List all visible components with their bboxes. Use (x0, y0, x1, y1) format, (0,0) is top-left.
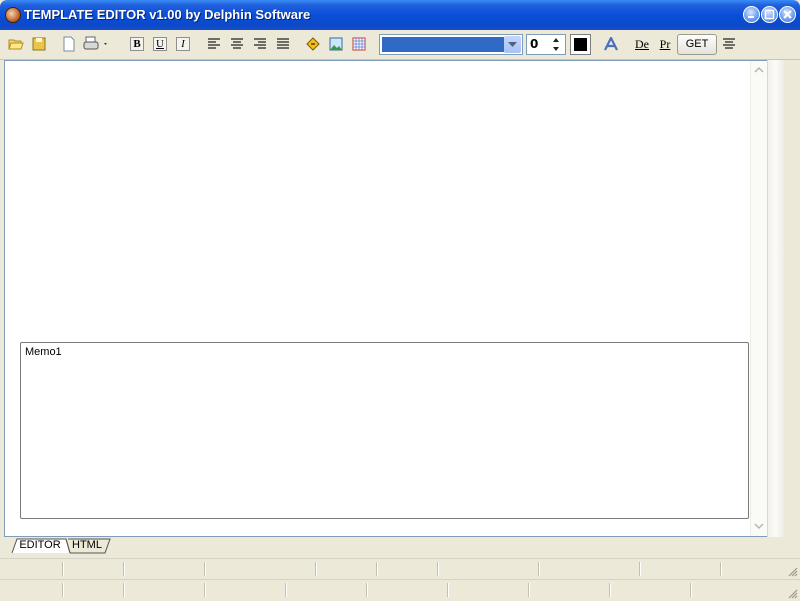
pr-button[interactable]: Pr (656, 35, 674, 53)
font-size-spinner[interactable]: 0 (526, 34, 566, 55)
font-icon (604, 37, 618, 51)
memo-box[interactable]: Memo1 (20, 342, 749, 519)
status-separator (204, 562, 205, 576)
scroll-down-icon[interactable] (752, 519, 766, 533)
align-justify-button[interactable] (274, 35, 292, 53)
maximize-button[interactable] (761, 6, 778, 23)
justify-button[interactable] (720, 35, 738, 53)
scroll-up-icon[interactable] (752, 63, 766, 77)
status-separator (123, 562, 124, 576)
align-center-icon (231, 38, 243, 49)
get-button[interactable]: GET (677, 34, 717, 55)
italic-button[interactable]: I (176, 37, 190, 51)
new-button[interactable] (60, 35, 78, 53)
align-justify-icon (277, 38, 289, 49)
window-title: TEMPLATE EDITOR v1.00 by Delphin Softwar… (24, 7, 311, 22)
status-separator (639, 562, 640, 576)
resize-grip-icon[interactable] (788, 567, 798, 577)
status-separator (528, 583, 529, 597)
status-separator (690, 583, 691, 597)
de-button[interactable]: De (633, 35, 651, 53)
minimize-button[interactable] (743, 6, 760, 23)
align-center-button[interactable] (228, 35, 246, 53)
resize-grip-icon[interactable] (788, 589, 798, 599)
tab-html[interactable]: HTML (70, 537, 104, 554)
align-right-button[interactable] (251, 35, 269, 53)
minimize-icon (748, 16, 754, 18)
link-button[interactable] (304, 35, 322, 53)
title-bar[interactable]: TEMPLATE EDITOR v1.00 by Delphin Softwar… (0, 0, 800, 30)
status-separator (62, 583, 63, 597)
status-bar-bottom (0, 579, 800, 601)
maximize-icon (764, 9, 775, 20)
status-separator (366, 583, 367, 597)
chevron-down-icon (508, 42, 517, 47)
status-separator (437, 562, 438, 576)
open-button[interactable] (7, 35, 25, 53)
window-scrollbar[interactable] (767, 60, 784, 537)
status-separator (62, 562, 63, 576)
text-color-swatch (574, 38, 587, 51)
status-separator (123, 583, 124, 597)
print-icon (83, 36, 107, 50)
color-combo[interactable] (379, 34, 523, 55)
status-bar-top (0, 558, 800, 579)
text-color-picker[interactable] (570, 34, 591, 55)
open-folder-icon (8, 39, 24, 50)
align-center-icon (723, 38, 735, 49)
align-left-button[interactable] (205, 35, 223, 53)
link-icon (306, 37, 320, 51)
font-size-value: 0 (530, 37, 539, 51)
align-left-icon (208, 38, 220, 49)
combo-dropdown-button[interactable] (504, 36, 521, 53)
close-icon (783, 10, 792, 19)
table-icon (352, 37, 366, 51)
status-separator (538, 562, 539, 576)
bold-button[interactable]: B (130, 37, 144, 51)
status-separator (447, 583, 448, 597)
memo-text: Memo1 (25, 346, 62, 358)
new-document-icon (63, 36, 75, 52)
font-button[interactable] (602, 35, 620, 53)
status-separator (720, 562, 721, 576)
image-icon (329, 37, 343, 51)
table-button[interactable] (350, 35, 368, 53)
status-separator (204, 583, 205, 597)
tab-editor[interactable]: EDITOR (17, 537, 63, 554)
status-separator (376, 562, 377, 576)
editor-scrollbar[interactable] (750, 61, 767, 536)
close-button[interactable] (779, 6, 796, 23)
combo-selected-value (382, 37, 504, 52)
save-icon (32, 37, 46, 51)
save-button[interactable] (30, 35, 48, 53)
status-separator (285, 583, 286, 597)
print-button[interactable] (82, 35, 112, 53)
image-button[interactable] (327, 35, 345, 53)
spinner-arrows-icon[interactable] (550, 35, 562, 54)
underline-button[interactable]: U (153, 37, 167, 51)
align-right-icon (254, 38, 266, 49)
app-icon[interactable] (5, 7, 21, 23)
tab-bar: EDITOR HTML (0, 537, 800, 557)
status-separator (315, 562, 316, 576)
status-separator (609, 583, 610, 597)
